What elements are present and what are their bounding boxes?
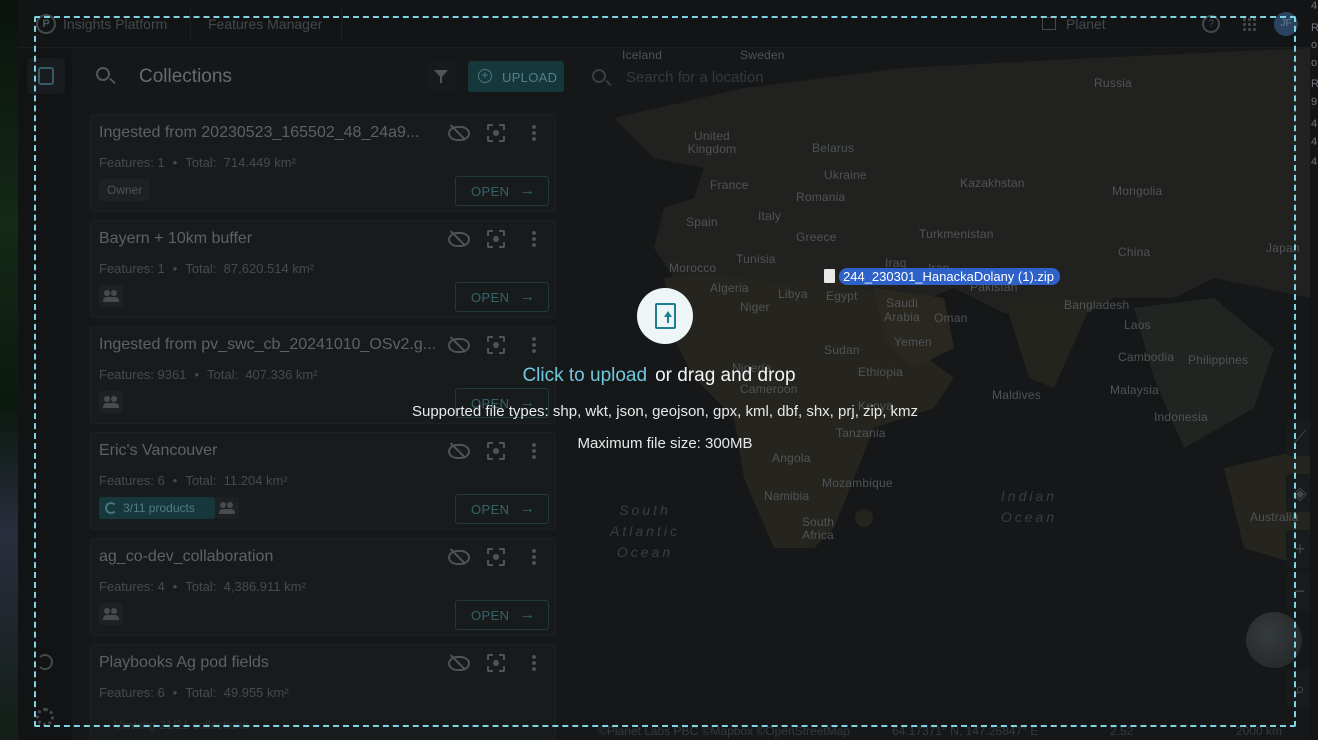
drag-drop-text: or drag and drop	[655, 365, 796, 386]
max-file-size: Maximum file size: 300MB	[577, 435, 753, 452]
drop-instructions: Click to upload or drag and drop	[0, 365, 1318, 387]
file-icon	[824, 269, 835, 283]
document-upload-icon	[655, 303, 676, 329]
screen: R o o R 9 4 4 4 4 P Insights Platform Fe…	[0, 0, 1318, 740]
click-to-upload-link[interactable]: Click to upload	[522, 365, 647, 386]
dragged-file-name: 244_230301_HanackaDolany (1).zip	[839, 268, 1061, 285]
file-upload-icon[interactable]	[637, 288, 693, 344]
supported-file-types: Supported file types: shp, wkt, json, ge…	[411, 403, 919, 420]
